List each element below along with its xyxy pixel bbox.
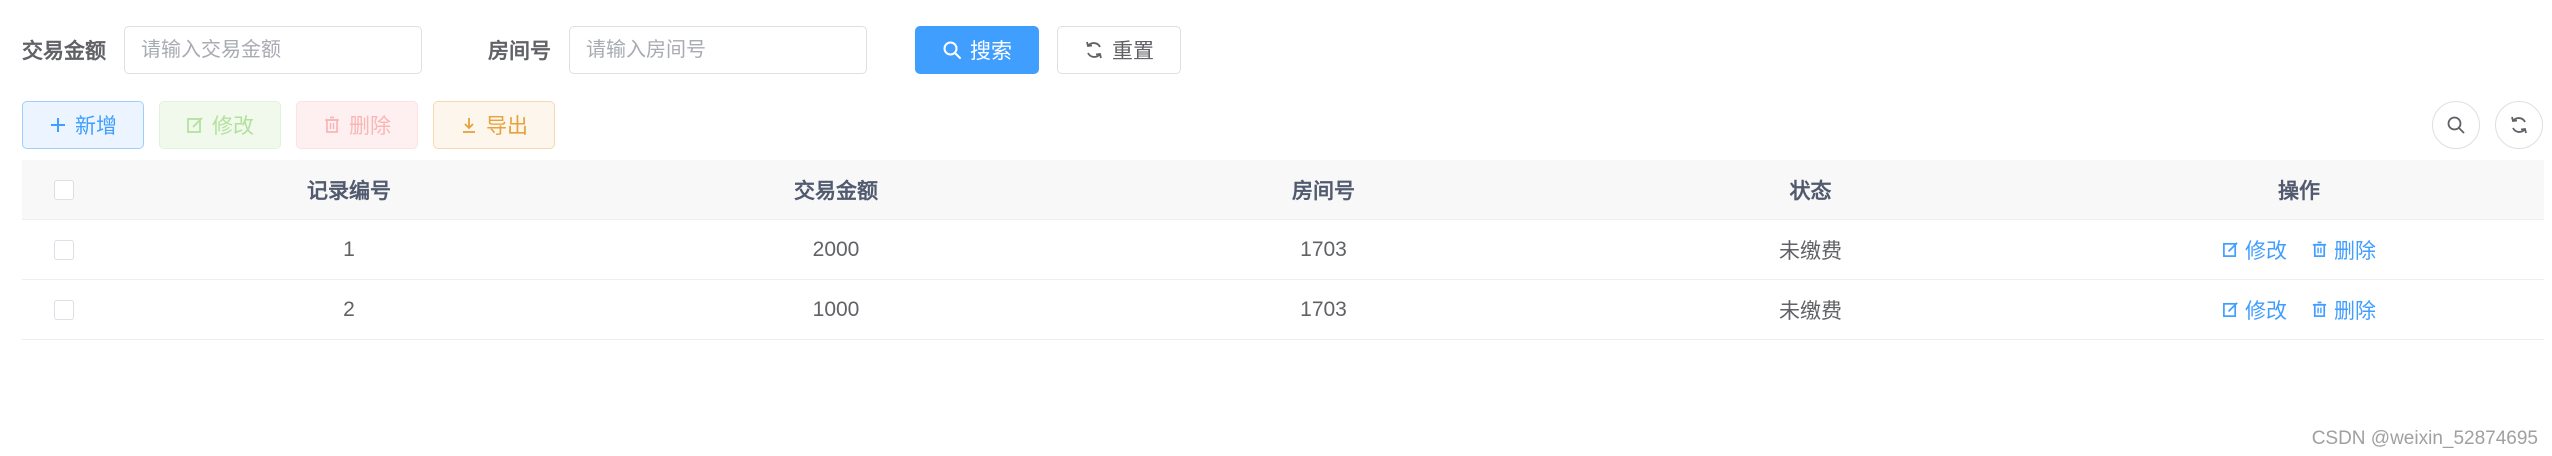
header-record-id: 记录编号	[307, 179, 391, 203]
reset-button-label: 重置	[1112, 40, 1154, 63]
trash-icon	[2311, 241, 2328, 258]
row-checkbox[interactable]	[54, 239, 74, 260]
row-checkbox-cell	[22, 299, 106, 320]
cell-status: 未缴费	[1779, 239, 1842, 263]
cell-record-id: 1	[343, 237, 355, 261]
edit-icon	[2222, 301, 2239, 318]
row-delete-link[interactable]: 删除	[2311, 295, 2376, 325]
room-input[interactable]	[569, 26, 867, 74]
cell-room: 1703	[1300, 297, 1347, 321]
edit-button[interactable]: 修改	[159, 101, 281, 149]
search-button[interactable]: 搜索	[915, 26, 1039, 74]
refresh-icon	[1084, 40, 1104, 60]
row-edit-label: 修改	[2245, 239, 2287, 263]
cell-amount: 1000	[812, 297, 860, 321]
trash-icon	[323, 116, 341, 134]
reset-button[interactable]: 重置	[1057, 26, 1181, 74]
table-row: 2 1000 1703 未缴费 修改 删除	[22, 280, 2544, 340]
row-delete-label: 删除	[2334, 239, 2376, 263]
refresh-icon	[2509, 115, 2529, 135]
cell-room: 1703	[1300, 237, 1347, 261]
header-room: 房间号	[1292, 179, 1355, 203]
cell-actions: 修改 删除	[2054, 235, 2544, 265]
header-status: 状态	[1789, 179, 1832, 203]
download-icon	[460, 116, 478, 134]
data-table: 记录编号 交易金额 房间号 状态 操作 1 2000 1703 未缴费 修改 删…	[22, 160, 2544, 340]
cell-actions: 修改 删除	[2054, 295, 2544, 325]
cell-record-id: 2	[343, 297, 355, 321]
refresh-table-button[interactable]	[2495, 101, 2543, 149]
toggle-search-button[interactable]	[2432, 101, 2480, 149]
table-row: 1 2000 1703 未缴费 修改 删除	[22, 220, 2544, 280]
search-icon	[942, 40, 962, 60]
search-form: 交易金额 房间号 搜索 重置	[22, 26, 1181, 74]
trash-icon	[2311, 301, 2328, 318]
cell-status: 未缴费	[1779, 299, 1842, 323]
room-label: 房间号	[488, 40, 551, 63]
plus-icon	[49, 116, 67, 134]
header-amount: 交易金额	[794, 179, 878, 203]
toolbar: 新增 修改 删除 导出	[22, 101, 570, 149]
row-edit-label: 修改	[2245, 299, 2287, 323]
add-button-label: 新增	[75, 115, 117, 138]
amount-label: 交易金额	[22, 40, 106, 63]
search-button-label: 搜索	[970, 40, 1012, 63]
row-checkbox[interactable]	[54, 299, 74, 320]
row-checkbox-cell	[22, 239, 106, 260]
edit-icon	[186, 116, 204, 134]
table-header: 记录编号 交易金额 房间号 状态 操作	[22, 160, 2544, 220]
row-delete-link[interactable]: 删除	[2311, 235, 2376, 265]
row-edit-link[interactable]: 修改	[2222, 235, 2287, 265]
delete-button[interactable]: 删除	[296, 101, 418, 149]
row-edit-link[interactable]: 修改	[2222, 295, 2287, 325]
delete-button-label: 删除	[349, 115, 391, 138]
row-delete-label: 删除	[2334, 299, 2376, 323]
watermark: CSDN @weixin_52874695	[2311, 428, 2538, 449]
export-button[interactable]: 导出	[433, 101, 555, 149]
amount-input[interactable]	[124, 26, 422, 74]
add-button[interactable]: 新增	[22, 101, 144, 149]
edit-icon	[2222, 241, 2239, 258]
header-actions: 操作	[2278, 179, 2320, 203]
select-all-checkbox[interactable]	[54, 179, 74, 200]
export-button-label: 导出	[486, 115, 528, 138]
edit-button-label: 修改	[212, 115, 254, 138]
cell-amount: 2000	[812, 237, 860, 261]
search-icon	[2446, 115, 2466, 135]
header-checkbox-cell	[22, 179, 106, 200]
